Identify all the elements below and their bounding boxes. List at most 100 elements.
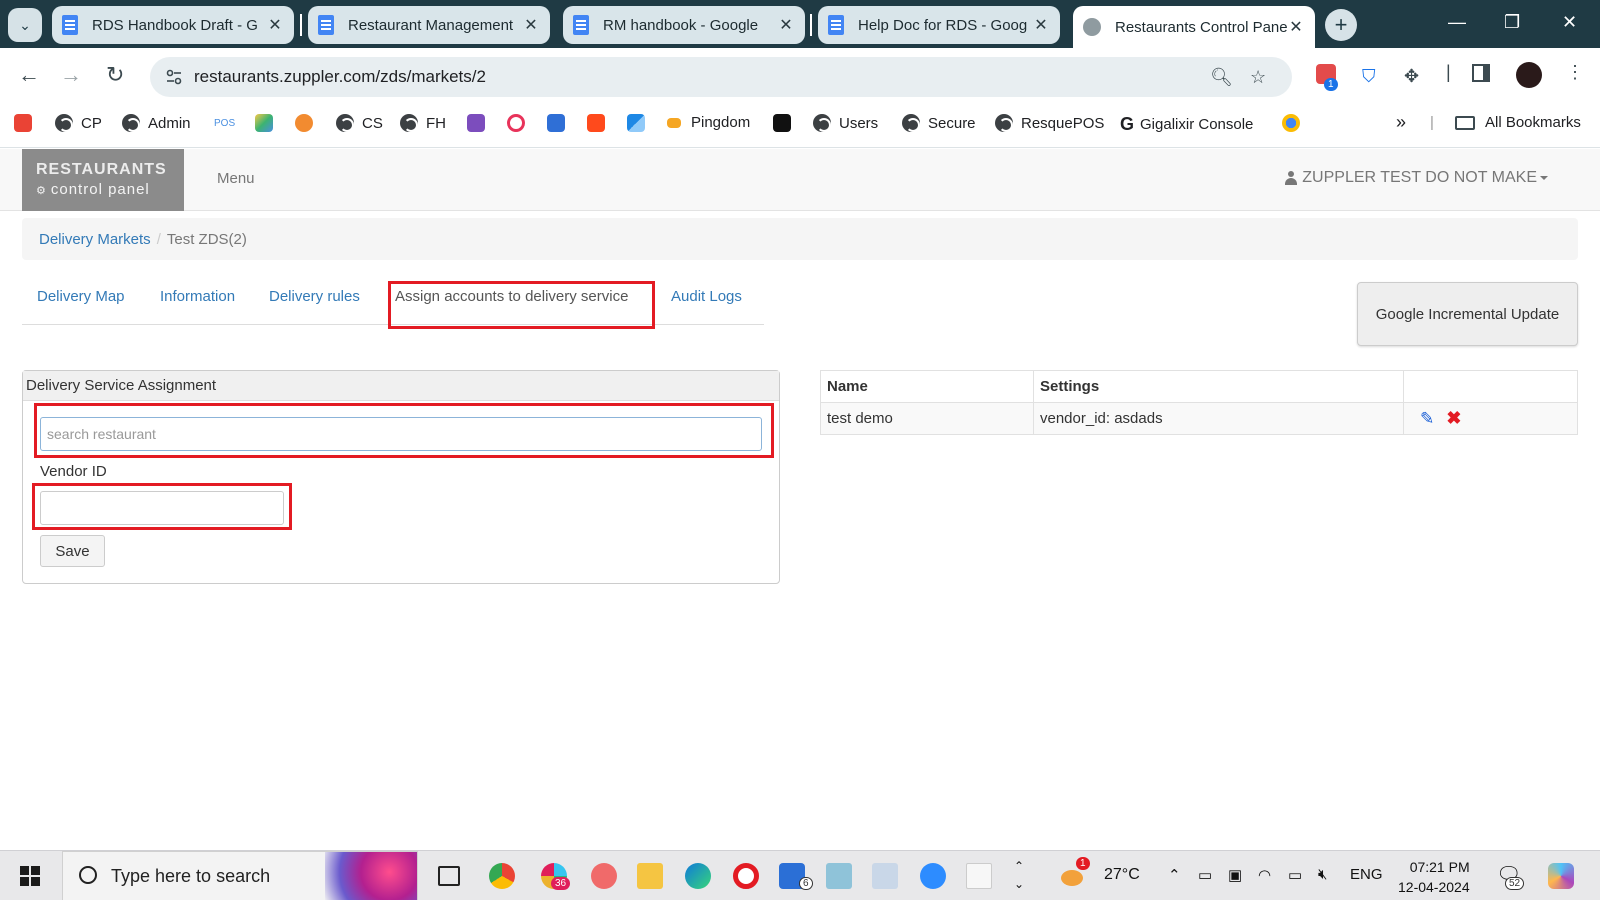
bookmark-icon-only[interactable] — [773, 114, 791, 132]
breadcrumb-delivery-markets[interactable]: Delivery Markets — [39, 231, 151, 248]
bookmark-admin[interactable]: Admin — [122, 114, 191, 132]
volume-muted-icon[interactable]: 🔇︎ — [1318, 866, 1327, 883]
bookmark-resquepos[interactable]: ResquePOS — [995, 114, 1104, 132]
asana-icon[interactable] — [591, 863, 617, 889]
vendor-id-label: Vendor ID — [40, 463, 107, 480]
app-icon[interactable] — [826, 863, 852, 889]
shield-icon[interactable]: ⛉ — [1362, 66, 1376, 87]
close-icon[interactable]: ✕ — [1287, 17, 1305, 37]
browser-tab-bar: ⌄ RDS Handbook Draft - G ✕ Restaurant Ma… — [0, 0, 1600, 48]
close-icon[interactable]: ✕ — [1032, 15, 1050, 35]
bookmark-icon-only[interactable] — [507, 114, 525, 132]
avatar[interactable] — [1516, 62, 1542, 88]
globe-icon — [336, 114, 354, 132]
bookmark-gigalixir[interactable]: G Gigalixir Console — [1120, 114, 1253, 135]
gmail-bookmark[interactable] — [14, 114, 32, 132]
zoom-icon[interactable] — [920, 863, 946, 889]
edit-icon[interactable]: ✎ — [1420, 409, 1434, 428]
caret-down-icon — [1540, 176, 1548, 180]
bookmark-label: Gigalixir Console — [1140, 116, 1254, 133]
bookmark-pingdom[interactable]: Pingdom — [667, 114, 750, 131]
bookmark-icon-only[interactable] — [1282, 114, 1300, 132]
pos-bookmark[interactable]: POS — [214, 118, 235, 129]
opera-icon[interactable] — [733, 863, 759, 889]
app-icon — [627, 114, 645, 132]
puzzle-icon[interactable]: ✥ — [1404, 66, 1419, 87]
browser-tab[interactable]: Help Doc for RDS - Goog ✕ — [818, 6, 1060, 44]
zoom-icon[interactable]: 🔍︎ — [1210, 67, 1233, 88]
meet-now-icon[interactable]: ▭ — [1198, 866, 1212, 884]
language-indicator[interactable]: ENG — [1350, 866, 1383, 883]
task-view-icon[interactable] — [438, 866, 460, 886]
edge-icon[interactable] — [685, 863, 711, 889]
bookmark-users[interactable]: Users — [813, 114, 878, 132]
chevron-up-icon[interactable]: ⌃ — [1168, 866, 1181, 884]
new-tab-button[interactable]: + — [1325, 9, 1357, 41]
plus-icon: + — [1334, 12, 1348, 37]
brand-logo[interactable]: RESTAURANTS ⚙ control panel — [22, 149, 184, 211]
table-header-row: Name Settings — [820, 370, 1578, 403]
app-icon[interactable] — [966, 863, 992, 889]
bookmark-icon-only[interactable] — [547, 114, 565, 132]
reload-icon[interactable]: ↻ — [106, 62, 124, 88]
menu-link[interactable]: Menu — [217, 170, 255, 187]
google-docs-icon — [828, 15, 844, 35]
bookmark-label: FH — [426, 114, 446, 132]
bookmark-icon-only[interactable] — [467, 114, 485, 132]
forward-icon[interactable]: → — [60, 62, 82, 88]
browser-tab[interactable]: RM handbook - Google ✕ — [563, 6, 805, 44]
bookmark-icon-only[interactable] — [627, 114, 645, 132]
scroll-taskbar-icon[interactable]: ⌃ ⌄ — [1014, 857, 1024, 893]
copilot-icon[interactable] — [1548, 863, 1574, 889]
window-close-icon[interactable]: ✕ — [1562, 12, 1577, 33]
all-bookmarks-button[interactable]: All Bookmarks — [1455, 114, 1581, 131]
user-dropdown[interactable]: ZUPPLER TEST DO NOT MAKE — [1285, 169, 1548, 187]
chrome-icon[interactable] — [489, 863, 515, 889]
browser-tab[interactable]: RDS Handbook Draft - G ✕ — [52, 6, 294, 44]
close-icon[interactable]: ✕ — [522, 15, 540, 35]
browser-tab[interactable]: Restaurant Management ✕ — [308, 6, 550, 44]
tab-delivery-rules[interactable]: Delivery rules — [269, 288, 360, 305]
tab-search-button[interactable]: ⌄ — [8, 8, 42, 42]
bookmark-star-icon[interactable]: ☆ — [1250, 67, 1266, 88]
file-explorer-icon[interactable] — [637, 863, 663, 889]
restore-icon[interactable]: ❐ — [1504, 12, 1520, 33]
windows-start-icon[interactable] — [20, 866, 40, 886]
close-icon[interactable]: ✕ — [266, 15, 284, 35]
bookmark-icon-only[interactable] — [295, 114, 313, 132]
app-navbar: RESTAURANTS ⚙ control panel Menu ZUPPLER … — [0, 149, 1600, 211]
bookmark-icon-only[interactable] — [255, 114, 273, 132]
bookmark-cs[interactable]: CS — [336, 114, 383, 132]
tab-audit-logs[interactable]: Audit Logs — [671, 288, 742, 305]
bookmark-icon-only[interactable] — [587, 114, 605, 132]
taskbar-search-box[interactable]: Type here to search — [62, 851, 418, 900]
bookmark-secure[interactable]: Secure — [902, 114, 976, 132]
bookmark-cp[interactable]: CP — [55, 114, 102, 132]
wifi-icon[interactable]: ◠ — [1258, 866, 1271, 884]
delete-icon[interactable]: ✖ — [1446, 408, 1461, 428]
address-bar[interactable]: restaurants.zuppler.com/zds/markets/2 🔍︎… — [150, 57, 1292, 97]
side-panel-icon[interactable] — [1472, 64, 1490, 82]
site-settings-icon[interactable] — [165, 68, 183, 86]
tab-information[interactable]: Information — [160, 288, 235, 305]
app-tray-icon[interactable]: ▣ — [1228, 866, 1242, 884]
minimize-icon[interactable]: — — [1448, 12, 1466, 33]
tab-delivery-map[interactable]: Delivery Map — [37, 288, 125, 305]
weather-icon[interactable] — [1061, 870, 1083, 886]
more-bookmarks-icon[interactable]: » — [1396, 112, 1406, 133]
breadcrumb-current: Test ZDS(2) — [166, 230, 247, 248]
notification-count: 52 — [1505, 877, 1525, 890]
browser-tab-active[interactable]: Restaurants Control Pane ✕ — [1073, 6, 1315, 48]
kebab-menu-icon[interactable]: ⋮ — [1566, 62, 1584, 83]
battery-icon[interactable]: ▭ — [1288, 866, 1302, 884]
clock[interactable]: 07:21 PM 12-04-2024 — [1398, 857, 1470, 897]
user-name: ZUPPLER TEST DO NOT MAKE — [1302, 169, 1537, 186]
clock-date: 12-04-2024 — [1398, 879, 1470, 895]
paint-icon[interactable] — [872, 863, 898, 889]
user-icon — [1285, 171, 1298, 185]
save-button[interactable]: Save — [40, 535, 105, 567]
google-incremental-update-button[interactable]: Google Incremental Update — [1357, 282, 1578, 346]
bookmark-fh[interactable]: FH — [400, 114, 446, 132]
back-icon[interactable]: ← — [18, 62, 40, 88]
close-icon[interactable]: ✕ — [777, 15, 795, 35]
